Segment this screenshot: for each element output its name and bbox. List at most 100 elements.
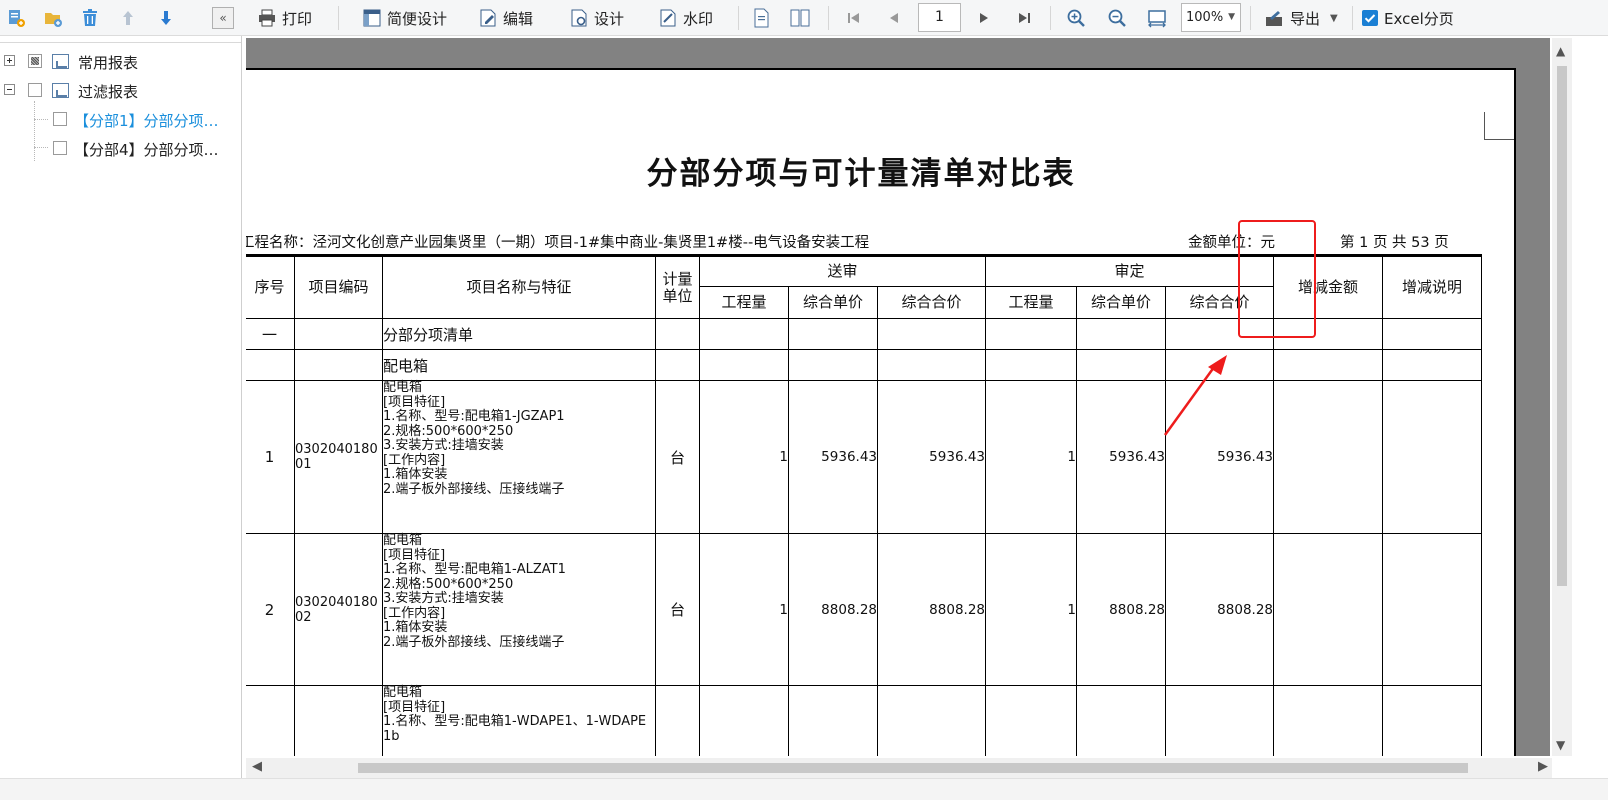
- collapse-icon[interactable]: [4, 84, 15, 95]
- fit-width-icon[interactable]: [1147, 4, 1167, 32]
- tree-checkbox[interactable]: [28, 83, 42, 97]
- export-icon: [1266, 11, 1282, 26]
- status-bar: [0, 778, 1608, 800]
- page-right-border: [1514, 68, 1516, 756]
- next-page-icon[interactable]: [976, 4, 992, 32]
- tree-item-common-reports[interactable]: 常用报表: [0, 50, 240, 72]
- separator: [1250, 6, 1251, 30]
- tree-item-section-4[interactable]: 【分部4】分部分项…: [0, 137, 240, 159]
- header-seq: 序号: [246, 254, 295, 319]
- print-label: 打印: [282, 9, 313, 28]
- prev-page-icon[interactable]: [886, 4, 902, 32]
- add-report-icon[interactable]: [6, 4, 26, 32]
- scroll-right-icon[interactable]: ▶: [1538, 759, 1548, 774]
- annotation-arrow-icon: [1163, 355, 1227, 436]
- cell-seq: [246, 685, 295, 756]
- scroll-left-icon[interactable]: ◀: [252, 759, 262, 774]
- page-corner-mark: [1484, 112, 1514, 140]
- tree-item-label: 【分部4】分部分项…: [74, 141, 219, 159]
- scrollbar-thumb[interactable]: [358, 763, 1468, 773]
- header-submitted-qty: 工程量: [699, 286, 789, 319]
- cell-submitted-qty: 1: [699, 380, 789, 534]
- delete-icon[interactable]: [80, 4, 100, 32]
- design-icon: [571, 9, 587, 27]
- table-row: 1 030204018001 配电箱 [项目特征] 1.名称、型号:配电箱1-JGZ…: [246, 380, 1482, 534]
- report-preview: 分部分项与可计量清单对比表 工程名称：泾河文化创意产业园集贤里（一期）项目-1#…: [246, 38, 1550, 756]
- header-name: 项目名称与特征: [382, 254, 656, 319]
- zoom-in-icon[interactable]: [1066, 4, 1086, 32]
- export-dropdown-chevron-icon[interactable]: ▼: [1330, 4, 1338, 32]
- cell-code: 030204018002: [294, 533, 383, 686]
- cell-description: 配电箱 [项目特征] 1.名称、型号:配电箱1-ALZAT1 2.规格:500*600…: [382, 533, 656, 686]
- cell-unit: 台: [655, 380, 700, 534]
- cell-submitted-unit-price: 5936.43: [788, 380, 878, 534]
- cell-seq: 1: [246, 380, 295, 534]
- cell-diff-amount: [1273, 533, 1383, 686]
- annotation-highlight-box: [1238, 220, 1316, 338]
- zoom-out-icon[interactable]: [1107, 4, 1127, 32]
- export-label: 导出: [1290, 9, 1321, 28]
- cell-code: 030204018001: [294, 380, 383, 534]
- page-number-input[interactable]: 1: [918, 3, 961, 32]
- export-button[interactable]: 导出: [1264, 4, 1320, 32]
- scroll-up-icon[interactable]: ▲: [1556, 44, 1565, 58]
- expand-icon[interactable]: [4, 55, 15, 66]
- cell-submitted-unit-price: 8808.28: [788, 533, 878, 686]
- move-up-icon[interactable]: [120, 4, 136, 32]
- cell-submitted-total: 5936.43: [877, 380, 986, 534]
- design-button[interactable]: 设计: [570, 4, 624, 32]
- tree-checkbox[interactable]: [53, 141, 67, 155]
- tree-checkbox[interactable]: [53, 112, 67, 126]
- cell-approved-qty: 1: [985, 380, 1077, 534]
- cell-diff-amount: [1273, 380, 1383, 534]
- scrollbar-thumb[interactable]: [1557, 66, 1567, 586]
- cell-seq: [246, 349, 295, 381]
- watermark-label: 水印: [683, 9, 714, 28]
- zoom-select[interactable]: 100% ▼: [1181, 3, 1241, 32]
- cell-unit: 台: [655, 533, 700, 686]
- watermark-icon: [660, 9, 676, 27]
- cell-code: [294, 349, 383, 381]
- layout-icon: [363, 9, 381, 27]
- header-code: 项目编码: [294, 254, 383, 319]
- cell-name: 配电箱: [382, 349, 656, 381]
- header-approved-unit-price: 综合单价: [1076, 286, 1166, 319]
- cell-description: 配电箱 [项目特征] 1.名称、型号:配电箱1-JGZAP1 2.规格:500*600…: [382, 380, 656, 534]
- excel-paging-label: Excel分页: [1384, 9, 1454, 28]
- report-tree: 常用报表 过滤报表 【分部1】分部分项… 【分部4】分部分项…: [0, 42, 241, 794]
- header-diff-note: 增减说明: [1382, 254, 1482, 319]
- toolbar: « 打印 简便设计 编辑 设计 水印 1 100% ▼ 导出 ▼ Excel分页: [0, 0, 1608, 36]
- collapse-panel-button[interactable]: «: [212, 7, 234, 29]
- chevron-down-icon: ▼: [1228, 12, 1235, 22]
- cell-diff-note: [1382, 380, 1482, 534]
- separator: [828, 6, 829, 30]
- cell-approved-unit-price: 8808.28: [1076, 533, 1166, 686]
- simple-design-button[interactable]: 简便设计: [363, 4, 447, 32]
- print-button[interactable]: 打印: [258, 4, 312, 32]
- tree-item-filter-reports[interactable]: 过滤报表: [0, 79, 240, 101]
- cell-seq: 一: [246, 318, 295, 350]
- horizontal-scrollbar[interactable]: ◀ ▶: [246, 758, 1552, 778]
- page-top-border: [246, 68, 1516, 70]
- first-page-icon[interactable]: [846, 4, 862, 32]
- edit-icon: [480, 9, 496, 27]
- last-page-icon[interactable]: [1016, 4, 1032, 32]
- table-row: 配电箱: [246, 349, 1482, 381]
- tree-item-section-1[interactable]: 【分部1】分部分项…: [0, 108, 240, 130]
- table-row: 配电箱 [项目特征] 1.名称、型号:配电箱1-WDAPE1、1-WDAPE 1b: [246, 685, 1482, 756]
- cell-code: [294, 685, 383, 756]
- move-down-icon[interactable]: [158, 4, 174, 32]
- page-background: [246, 38, 1550, 68]
- excel-paging-checkbox[interactable]: Excel分页: [1362, 4, 1454, 32]
- add-folder-icon[interactable]: [43, 4, 63, 32]
- tree-checkbox-partial[interactable]: [28, 54, 42, 68]
- double-page-view-icon[interactable]: [790, 4, 810, 32]
- scroll-down-icon[interactable]: ▼: [1556, 738, 1565, 752]
- page-background: [1516, 68, 1550, 756]
- watermark-button[interactable]: 水印: [659, 4, 713, 32]
- edit-button[interactable]: 编辑: [479, 4, 533, 32]
- cell-submitted-total: 8808.28: [877, 533, 986, 686]
- single-page-view-icon[interactable]: [752, 4, 770, 32]
- vertical-scrollbar[interactable]: ▲ ▼: [1552, 38, 1572, 756]
- zoom-value: 100%: [1186, 10, 1224, 25]
